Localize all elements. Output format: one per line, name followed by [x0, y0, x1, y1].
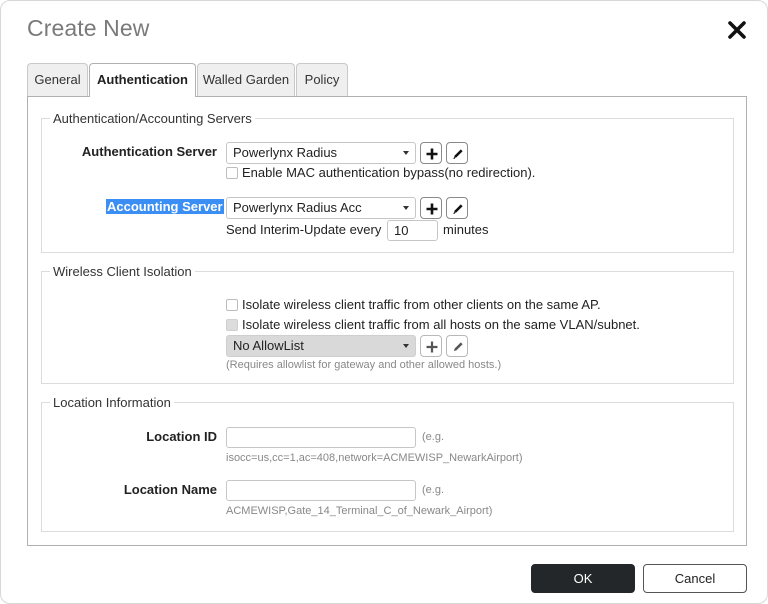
auth-servers-legend: Authentication/Accounting Servers: [53, 111, 252, 126]
location-name-example: ACMEWISP,Gate_14_Terminal_C_of_Newark_Ai…: [226, 505, 493, 517]
mac-bypass-label: Enable MAC authentication bypass(no redi…: [242, 165, 536, 180]
isolate-ap-label: Isolate wireless client traffic from oth…: [242, 297, 601, 312]
tab-walled-garden[interactable]: Walled Garden: [197, 63, 295, 96]
acct-server-label: Accounting Server: [106, 199, 224, 214]
ok-button[interactable]: OK: [531, 564, 635, 593]
plus-icon: [426, 203, 438, 215]
tab-general[interactable]: General: [27, 63, 88, 96]
location-id-example: isocc=us,cc=1,ac=408,network=ACMEWISP_Ne…: [226, 452, 523, 464]
isolate-vlan-checkbox[interactable]: [226, 319, 238, 331]
dialog-title: Create New: [27, 15, 150, 41]
auth-server-label: Authentication Server: [81, 144, 217, 159]
add-acct-server-button[interactable]: [420, 197, 442, 219]
acct-server-select[interactable]: Powerlynx Radius Acc: [226, 197, 416, 219]
edit-acct-server-button[interactable]: [446, 197, 468, 219]
location-name-label: Location Name: [123, 482, 217, 497]
add-allowlist-button[interactable]: [420, 335, 442, 357]
tab-authentication[interactable]: Authentication: [89, 63, 196, 97]
location-name-eg: (e.g.: [422, 484, 445, 496]
chevron-down-icon: [403, 151, 409, 155]
close-icon[interactable]: [725, 18, 749, 42]
location-id-eg: (e.g.: [422, 431, 445, 443]
mac-bypass-checkbox[interactable]: [226, 167, 238, 179]
pencil-icon: [453, 149, 463, 159]
tab-policy[interactable]: Policy: [296, 63, 348, 96]
location-legend: Location Information: [53, 395, 171, 410]
create-new-dialog: Create New General Authentication Walled…: [0, 0, 768, 604]
chevron-down-icon: [403, 206, 409, 210]
authentication-panel: Authentication/Accounting Servers Authen…: [27, 96, 747, 546]
allowlist-select[interactable]: No AllowList: [226, 335, 416, 357]
interim-update-suffix: minutes: [443, 222, 489, 237]
auth-server-select-value: Powerlynx Radius: [233, 145, 338, 160]
pencil-icon: [454, 342, 463, 351]
location-id-input[interactable]: [226, 427, 416, 448]
interim-update-prefix: Send Interim-Update every: [226, 222, 382, 237]
chevron-down-icon: [403, 344, 409, 348]
isolate-ap-checkbox[interactable]: [226, 299, 238, 311]
pencil-icon: [453, 204, 463, 214]
acct-server-select-value: Powerlynx Radius Acc: [233, 200, 362, 215]
edit-allowlist-button[interactable]: [446, 335, 468, 357]
plus-icon: [426, 148, 438, 160]
location-name-input[interactable]: [226, 480, 416, 501]
interim-update-input[interactable]: [387, 220, 438, 241]
allowlist-select-value: No AllowList: [233, 338, 304, 353]
allowlist-hint: (Requires allowlist for gateway and othe…: [226, 359, 502, 371]
isolate-vlan-label: Isolate wireless client traffic from all…: [242, 317, 640, 332]
cancel-button[interactable]: Cancel: [643, 564, 747, 593]
isolation-legend: Wireless Client Isolation: [53, 264, 192, 279]
edit-auth-server-button[interactable]: [446, 142, 468, 164]
plus-icon: [426, 341, 438, 353]
add-auth-server-button[interactable]: [420, 142, 442, 164]
location-id-label: Location ID: [146, 429, 217, 444]
auth-server-select[interactable]: Powerlynx Radius: [226, 142, 416, 164]
